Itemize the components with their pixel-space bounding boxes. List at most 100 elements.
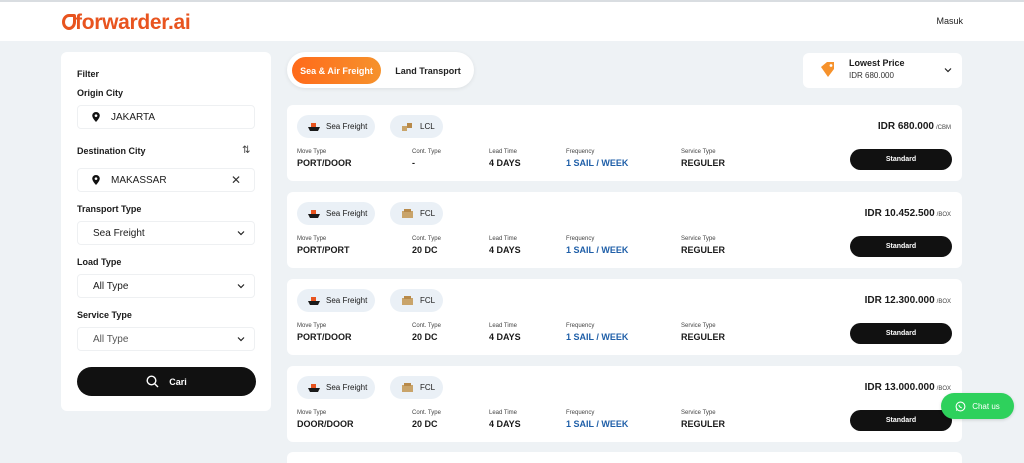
price-value: IDR 680.000 — [877, 121, 934, 132]
price-unit: /BOX — [936, 212, 951, 218]
result-card-partial — [287, 452, 962, 463]
lead-value: 4 DAYS — [489, 158, 521, 168]
location-pin-icon — [92, 112, 100, 122]
lead-value: 4 DAYS — [489, 419, 521, 429]
chevron-down-icon — [944, 68, 952, 73]
ship-icon — [308, 210, 320, 218]
price-value: IDR 10.452.500 — [864, 208, 935, 219]
cont-value: 20 DC — [412, 332, 438, 342]
price-value: IDR 13.000.000 — [864, 382, 935, 393]
load-type-label: Load Type — [77, 257, 122, 267]
sort-dropdown[interactable]: Lowest Price IDR 680.000 — [803, 53, 962, 88]
lead-label: Lead Time — [489, 149, 518, 155]
freq-label: Frequency — [566, 149, 595, 155]
logo-mark-icon — [62, 14, 76, 30]
cont-label: Cont. Type — [412, 236, 441, 242]
tab-sea-air-freight[interactable]: Sea & Air Freight — [292, 57, 381, 84]
price-unit: /BOX — [936, 386, 951, 392]
load-type-select[interactable]: All Type — [77, 274, 255, 298]
mode-label: Sea Freight — [326, 383, 368, 392]
lead-column: Lead Time 4 DAYS — [489, 149, 521, 168]
move-label: Move Type — [297, 410, 327, 416]
mode-label: Sea Freight — [326, 296, 368, 305]
box-icon — [402, 123, 412, 131]
cont-label: Cont. Type — [412, 323, 441, 329]
load-chip: FCL — [390, 289, 443, 312]
mode-chip: Sea Freight — [297, 376, 375, 399]
move-value: PORT/PORT — [297, 245, 350, 255]
freq-label: Frequency — [566, 236, 595, 242]
freq-value: 1 SAIL / WEEK — [566, 332, 629, 342]
cont-column: Cont. Type 20 DC — [412, 236, 441, 255]
swap-icon[interactable]: ⇅ — [242, 145, 250, 156]
cont-value: 20 DC — [412, 419, 438, 429]
chat-label: Chat us — [972, 401, 1000, 411]
result-card: Sea Freight LCL IDR 680.000/CBM Move Type PO… — [287, 105, 962, 181]
standard-button[interactable]: Standard — [850, 236, 952, 257]
move-value: PORT/DOOR — [297, 332, 352, 342]
chevron-down-icon — [237, 337, 245, 342]
ship-icon — [308, 123, 320, 131]
destination-label: Destination City — [77, 146, 146, 156]
service-value: REGULER — [681, 332, 726, 342]
move-value: DOOR/DOOR — [297, 419, 354, 429]
move-label: Move Type — [297, 149, 327, 155]
service-value: REGULER — [681, 245, 726, 255]
close-icon[interactable]: ✕ — [231, 173, 241, 187]
load-label: FCL — [420, 383, 436, 392]
freq-value: 1 SAIL / WEEK — [566, 419, 629, 429]
search-icon — [146, 375, 159, 388]
origin-field[interactable]: JAKARTA — [77, 105, 255, 129]
cont-value: - — [412, 158, 415, 168]
origin-value: JAKARTA — [111, 111, 156, 123]
lead-label: Lead Time — [489, 410, 518, 416]
standard-button[interactable]: Standard — [850, 323, 952, 344]
move-column: Move Type PORT/DOOR — [297, 149, 352, 168]
sort-value: IDR 680.000 — [849, 71, 894, 80]
ship-icon — [308, 384, 320, 392]
search-button[interactable]: Cari — [77, 367, 256, 396]
ship-icon — [308, 297, 320, 305]
destination-field[interactable]: MAKASSAR ✕ — [77, 168, 255, 192]
move-value: PORT/DOOR — [297, 158, 352, 168]
standard-button[interactable]: Standard — [850, 149, 952, 170]
chevron-down-icon — [237, 284, 245, 289]
price: IDR 680.000/CBM — [878, 121, 951, 132]
transport-select[interactable]: Sea Freight — [77, 221, 255, 245]
result-card: Sea Freight FCL IDR 12.300.000/BOX Move Typ… — [287, 279, 962, 355]
chat-button[interactable]: Chat us — [941, 393, 1014, 419]
search-button-label: Cari — [169, 376, 187, 387]
sort-label: Lowest Price — [849, 58, 905, 68]
tab-land-transport[interactable]: Land Transport — [390, 57, 466, 84]
freq-column: Frequency 1 SAIL / WEEK — [566, 323, 628, 342]
standard-button[interactable]: Standard — [850, 410, 952, 431]
freq-column: Frequency 1 SAIL / WEEK — [566, 236, 628, 255]
freight-tabs: Sea & Air Freight Land Transport — [287, 52, 474, 88]
login-link[interactable]: Masuk — [936, 16, 963, 26]
price: IDR 12.300.000/BOX — [865, 295, 951, 306]
mode-label: Sea Freight — [326, 122, 368, 131]
chevron-down-icon — [237, 231, 245, 236]
service-type-label: Service Type — [77, 310, 132, 320]
lead-column: Lead Time 4 DAYS — [489, 323, 521, 342]
result-card: Sea Freight FCL IDR 13.000.000/BOX Move Typ… — [287, 366, 962, 442]
whatsapp-icon — [955, 401, 966, 411]
load-label: LCL — [420, 122, 435, 131]
load-type-value: All Type — [93, 280, 129, 292]
freq-column: Frequency 1 SAIL / WEEK — [566, 149, 628, 168]
service-column: Service Type REGULER — [681, 149, 725, 168]
service-label: Service Type — [681, 323, 716, 329]
service-type-value: All Type — [93, 333, 129, 345]
load-chip: FCL — [390, 376, 443, 399]
service-label: Service Type — [681, 149, 716, 155]
box-icon — [402, 383, 413, 392]
logo[interactable]: forwarder.ai — [62, 11, 191, 35]
destination-value: MAKASSAR — [111, 174, 167, 186]
price: IDR 13.000.000/BOX — [865, 382, 951, 393]
service-type-select[interactable]: All Type — [77, 327, 255, 351]
lead-value: 4 DAYS — [489, 245, 521, 255]
service-label: Service Type — [681, 410, 716, 416]
cont-column: Cont. Type - — [412, 149, 441, 168]
load-chip: FCL — [390, 202, 443, 225]
cont-label: Cont. Type — [412, 149, 441, 155]
